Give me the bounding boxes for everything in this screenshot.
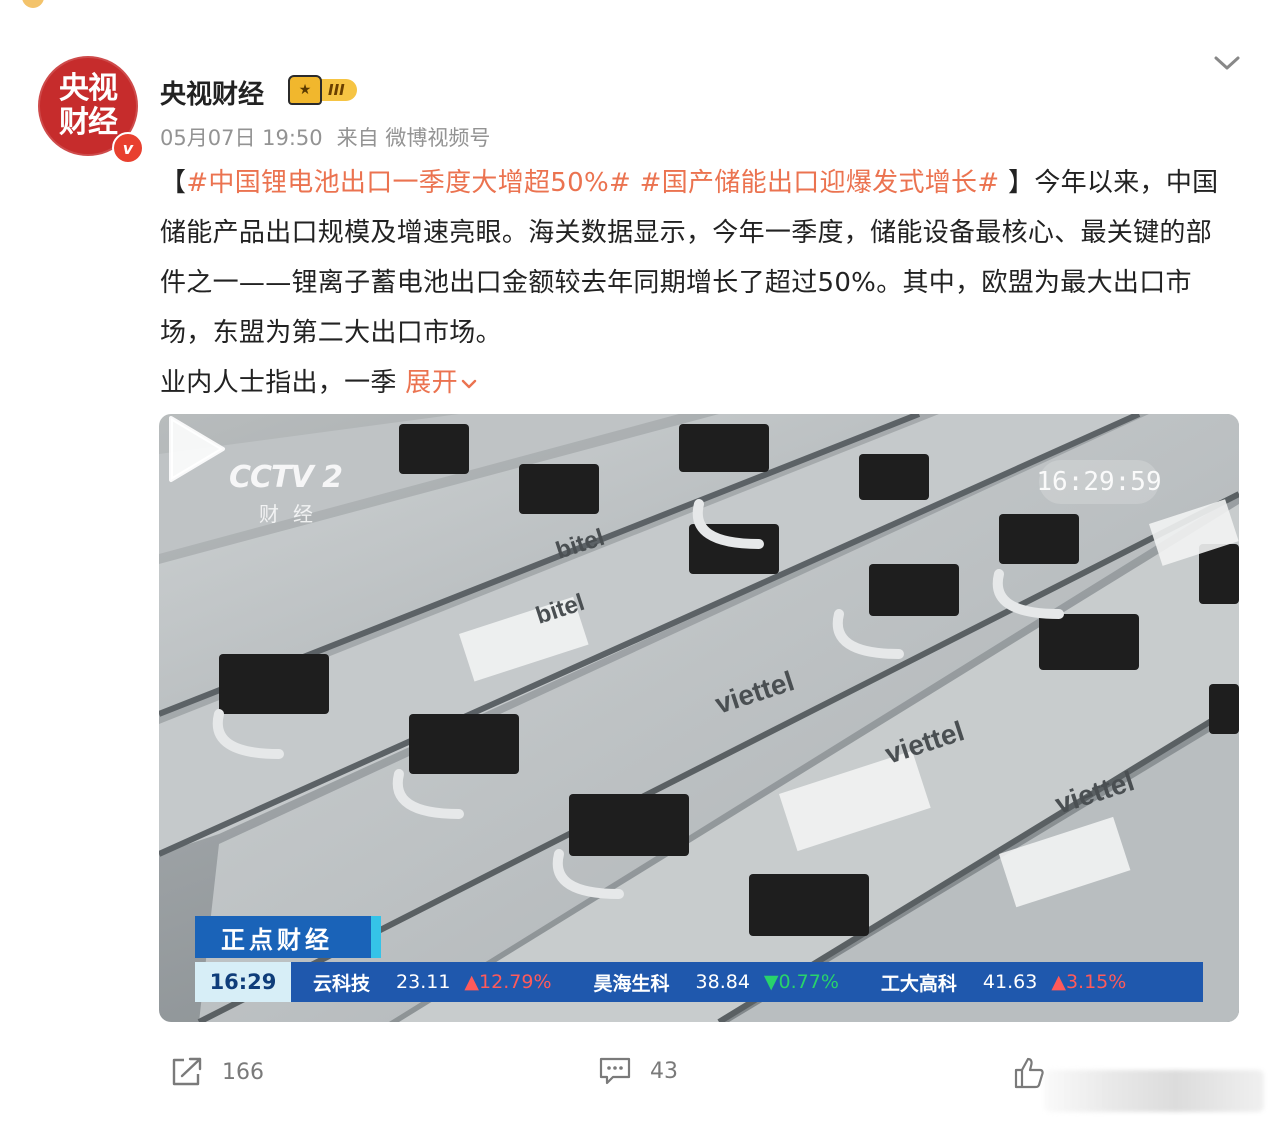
stock-ticker: 16:29 云科技 23.11 ▲ 12.79% 昊海生科 38.84 ▼ 0.…: [195, 962, 1203, 1002]
comment-button[interactable]: 43: [598, 1056, 678, 1086]
program-name: 正点财经: [195, 916, 381, 958]
ticker-stock-name: 昊海生科: [593, 972, 670, 995]
play-icon[interactable]: [159, 414, 229, 484]
up-arrow-icon: ▲: [464, 971, 480, 993]
post-text: 【#中国锂电池出口一季度大增超50%# #国产储能出口迎爆发式增长# 】今年以来…: [160, 158, 1234, 408]
hashtag-link-1[interactable]: #中国锂电池出口一季度大增超50%#: [186, 168, 631, 198]
ticker-stock-change: 3.15%: [1065, 971, 1127, 993]
verified-icon: v: [112, 132, 144, 164]
avatar-text-line2: 财经: [59, 105, 118, 140]
level-badge[interactable]: ★ III: [288, 75, 364, 105]
ticker-stock-price: 23.11: [396, 971, 451, 993]
author-name[interactable]: 央视财经: [160, 74, 264, 111]
expand-link[interactable]: 展开: [405, 368, 478, 398]
ticker-stock: 工大高科 41.63 ▲ 3.15%: [881, 969, 1126, 996]
avatar-text-line1: 央视: [59, 71, 118, 106]
repost-button[interactable]: 166: [170, 1056, 264, 1088]
ticker-time: 16:29: [195, 962, 291, 1002]
up-arrow-icon: ▲: [1051, 971, 1066, 993]
bracket-open: 【: [160, 168, 187, 198]
post-source: 来自 微博视频号: [336, 126, 491, 150]
down-arrow-icon: ▼: [763, 971, 779, 993]
post-paragraph-2: 业内人士指出，一季: [160, 368, 397, 398]
partial-emoji-top: [22, 0, 44, 8]
ticker-stock-change: 0.77%: [778, 971, 839, 993]
post-meta: 05月07日 19:50 来自 微博视频号: [160, 122, 490, 152]
ticker-stock-name: 工大高科: [880, 972, 957, 995]
channel-sub: 财经: [259, 502, 327, 526]
comment-count: 43: [650, 1058, 678, 1084]
ticker-stock: 昊海生科 38.84 ▼ 0.77%: [594, 969, 839, 996]
repost-icon: [172, 1057, 202, 1086]
weibo-post-card: 央视 财经 v 央视财经 ★ III 05月07日 19:50 来自 微博视频号 …: [0, 0, 1274, 1124]
chevron-down-icon[interactable]: [1212, 48, 1242, 78]
like-icon: [1014, 1057, 1044, 1089]
crown-icon: ★: [288, 75, 322, 105]
bracket-close: 】: [1008, 168, 1035, 198]
hashtag-link-2[interactable]: #国产储能出口迎爆发式增长#: [640, 168, 1000, 198]
video-player[interactable]: bitel bitel viettel viettel viettel CCTV…: [159, 414, 1239, 1022]
expand-label: 展开: [405, 368, 458, 398]
comment-icon: [599, 1057, 631, 1085]
level-badge-label: III: [316, 79, 357, 101]
blurred-overlay: [1044, 1070, 1264, 1112]
ticker-stock-name: 云科技: [313, 972, 371, 995]
chevron-down-icon: [461, 379, 477, 388]
ticker-stock-price: 38.84: [695, 971, 750, 993]
ticker-stock-change: 12.79%: [479, 971, 552, 993]
post-timestamp[interactable]: 05月07日 19:50: [160, 126, 323, 150]
repost-count: 166: [222, 1059, 264, 1085]
ticker-stock: 云科技 23.11 ▲ 12.79%: [313, 969, 552, 996]
video-clock: 16:29:59: [1036, 460, 1162, 504]
channel-logo: CCTV 2: [229, 460, 343, 495]
verified-mark: v: [122, 138, 134, 158]
ticker-stock-price: 41.63: [982, 971, 1038, 993]
